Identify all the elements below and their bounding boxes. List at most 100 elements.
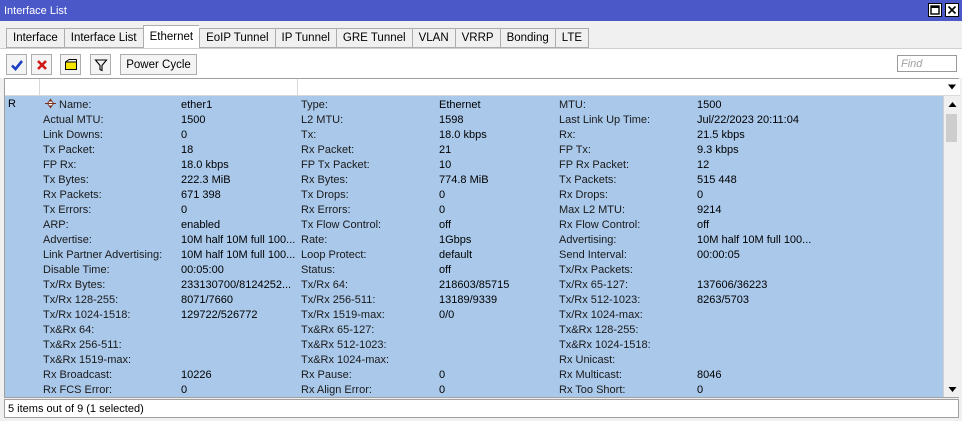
field-value: enabled (181, 219, 221, 231)
field-label: Tx&Rx 64: (43, 324, 95, 336)
tab-ethernet[interactable]: Ethernet (142, 25, 200, 48)
field-value: 8263/5703 (697, 294, 749, 306)
comment-button[interactable] (60, 54, 81, 75)
toolbar: Power Cycle (0, 48, 962, 78)
field-value (697, 263, 815, 278)
tab-lte[interactable]: LTE (554, 28, 590, 48)
field-value: 1500 (181, 114, 206, 126)
field-label: Tx/Rx 1024-max: (559, 309, 643, 321)
field-label: Tx Packets: (559, 174, 617, 186)
enable-button[interactable] (6, 54, 27, 75)
maximize-button[interactable] (928, 3, 942, 17)
close-button[interactable] (945, 3, 959, 17)
field-label: Tx&Rx 512-1023: (301, 339, 387, 351)
field-value (697, 308, 815, 323)
status-bar: 5 items out of 9 (1 selected) (4, 399, 959, 418)
field-label: Rx Unicast: (559, 354, 616, 366)
status-text: 5 items out of 9 (1 selected) (8, 402, 144, 415)
columns-menu-button[interactable] (946, 81, 958, 93)
find-input[interactable] (897, 55, 957, 72)
field-value: 0 (439, 369, 446, 381)
field-value: 515 448 (697, 174, 737, 186)
tab-interface-list[interactable]: Interface List (63, 28, 143, 48)
field-value (697, 353, 815, 368)
field-label: Rx Too Short: (559, 384, 626, 396)
field-label: Rate: (301, 234, 328, 246)
field-label: Max L2 MTU: (559, 204, 626, 216)
vertical-scrollbar[interactable] (943, 96, 959, 397)
field-value: 0 (697, 384, 704, 396)
table-row[interactable]: R Name: ether1 Actual MTU: 1500 Link Downs: 0… (5, 96, 943, 397)
field-value: 10 (439, 159, 452, 171)
field-label: Link Partner Advertising: (43, 249, 163, 261)
field-value: 21.5 kbps (697, 129, 745, 141)
scroll-thumb[interactable] (946, 114, 957, 142)
field-value (439, 338, 557, 353)
field-value: 0 (439, 189, 446, 201)
tab-eoip-tunnel[interactable]: EoIP Tunnel (199, 28, 275, 48)
field-label: MTU: (559, 99, 586, 111)
field-value: 233130700/8124252... (181, 279, 292, 291)
field-value: Jul/22/2023 20:11:04 (697, 114, 799, 126)
field-label: Rx Flow Control: (559, 219, 641, 231)
field-label: FP Tx: (559, 144, 591, 156)
field-value (181, 323, 299, 338)
field-value: 1500 (697, 99, 722, 111)
close-icon (947, 5, 957, 15)
tab-bonding[interactable]: Bonding (499, 28, 555, 48)
field-value: 0 (697, 189, 704, 201)
column-header-flags[interactable] (5, 79, 40, 95)
field-label: Tx Bytes: (43, 174, 89, 186)
scroll-down-button[interactable] (947, 384, 957, 394)
scroll-up-button[interactable] (947, 99, 957, 109)
field-label: Tx&Rx 128-255: (559, 324, 639, 336)
field-label: Actual MTU: (43, 114, 104, 126)
field-label: Tx Flow Control: (301, 219, 382, 231)
field-label: Rx Packets: (43, 189, 102, 201)
power-cycle-button[interactable]: Power Cycle (120, 54, 197, 75)
field-value: 9214 (697, 204, 722, 216)
tab-ip-tunnel[interactable]: IP Tunnel (274, 28, 336, 48)
tab-vlan[interactable]: VLAN (411, 28, 455, 48)
field-value: 0 (181, 204, 188, 216)
field-label: Tx Packet: (43, 144, 95, 156)
field-label: Advertising: (559, 234, 617, 246)
tab-vrrp[interactable]: VRRP (454, 28, 500, 48)
field-label: Tx&Rx 1519-max: (43, 354, 132, 366)
window-title: Interface List (4, 4, 67, 17)
disable-button[interactable] (31, 54, 52, 75)
field-value: 671 398 (181, 189, 221, 201)
field-label: Name: (59, 99, 92, 111)
column-header-name[interactable] (40, 79, 298, 95)
field-value: 10M half 10M full 100... (181, 234, 296, 246)
field-value: 774.8 MiB (439, 174, 489, 186)
field-value: 10M half 10M full 100... (697, 234, 812, 246)
filter-button[interactable] (90, 54, 111, 75)
field-label: Disable Time: (43, 264, 110, 276)
field-value (439, 353, 557, 368)
field-label: Tx&Rx 1024-max: (301, 354, 390, 366)
field-label: Rx Drops: (559, 189, 608, 201)
field-value: 00:05:00 (181, 264, 224, 276)
field-value: 0 (439, 384, 446, 396)
field-value: 9.3 kbps (697, 144, 739, 156)
field-label: Advertise: (43, 234, 92, 246)
field-label: Tx/Rx 128-255: (43, 294, 119, 306)
field-value: 0 (181, 384, 188, 396)
field-label: Tx&Rx 1024-1518: (559, 339, 651, 351)
field-label: Rx Pause: (301, 369, 352, 381)
field-value: ether1 (181, 99, 213, 111)
tab-interface[interactable]: Interface (6, 28, 64, 48)
row-flag: R (8, 98, 16, 110)
field-value: off (439, 264, 452, 276)
field-label: Tx/Rx Bytes: (43, 279, 106, 291)
field-value: 8071/7660 (181, 294, 233, 306)
filter-icon (93, 58, 108, 71)
field-label: Tx/Rx 512-1023: (559, 294, 641, 306)
field-label: Rx Packet: (301, 144, 355, 156)
field-label: Rx: (559, 129, 576, 141)
field-value: 0 (181, 129, 188, 141)
tab-gre-tunnel[interactable]: GRE Tunnel (335, 28, 412, 48)
field-label: ARP: (43, 219, 69, 231)
check-icon (10, 59, 23, 71)
